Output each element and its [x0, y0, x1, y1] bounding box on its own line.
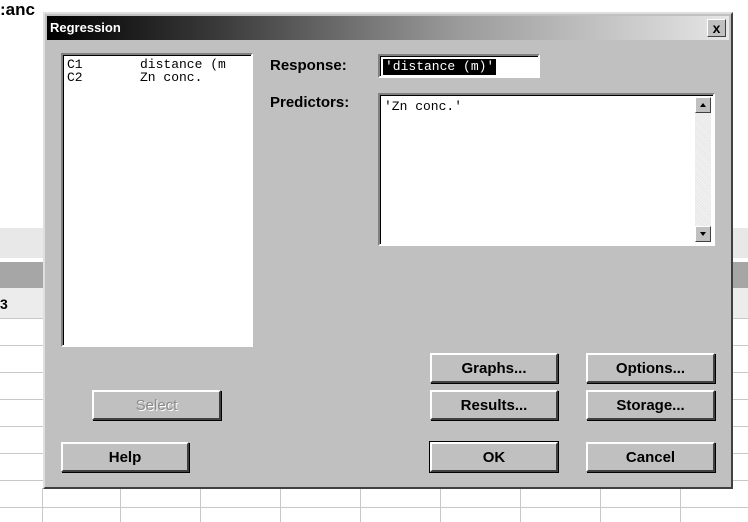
dialog-title: Regression [50, 20, 121, 35]
select-button[interactable]: Select [92, 390, 221, 420]
storage-button[interactable]: Storage... [586, 390, 715, 420]
grid-line [200, 488, 201, 522]
results-button[interactable]: Results... [430, 390, 558, 420]
response-value: 'distance (m)' [383, 59, 497, 75]
predictors-input[interactable]: 'Zn conc.' [378, 93, 715, 246]
variable-name: Zn conc. [140, 70, 203, 85]
cancel-button[interactable]: Cancel [586, 442, 715, 472]
grid-line [360, 488, 361, 522]
grid-line [520, 488, 521, 522]
grid-line [600, 488, 601, 522]
help-button[interactable]: Help [61, 442, 189, 472]
predictors-label: Predictors: [270, 94, 350, 111]
dialog-titlebar[interactable]: Regression x [47, 16, 729, 40]
close-button[interactable]: x [707, 19, 726, 37]
response-label: Response: [270, 57, 347, 74]
grid-line [42, 488, 43, 522]
scroll-up-button[interactable] [695, 97, 711, 113]
close-icon: x [712, 20, 721, 36]
arrow-down-icon [700, 232, 706, 236]
graphs-button[interactable]: Graphs... [430, 353, 558, 383]
regression-dialog: Regression x C1 distance (m C2 Zn conc. Re… [43, 12, 733, 489]
predictors-scrollbar[interactable] [695, 97, 711, 242]
scroll-down-button[interactable] [695, 226, 711, 242]
ok-button[interactable]: OK [429, 441, 559, 473]
options-button[interactable]: Options... [586, 353, 715, 383]
grid-line [0, 507, 748, 508]
variable-id: C2 [67, 70, 83, 85]
response-input[interactable]: 'distance (m)' [378, 54, 540, 78]
variable-list[interactable]: C1 distance (m C2 Zn conc. [61, 53, 253, 347]
variable-list-item[interactable]: C2 Zn conc. [67, 71, 202, 84]
grid-line [280, 488, 281, 522]
grid-line [120, 488, 121, 522]
predictors-value: 'Zn conc.' [384, 99, 463, 114]
worksheet-title-fragment: :anc [0, 0, 35, 19]
arrow-up-icon [700, 103, 706, 107]
grid-line [440, 488, 441, 522]
worksheet-column-fragment: 3 [0, 296, 8, 312]
grid-line [680, 488, 681, 522]
